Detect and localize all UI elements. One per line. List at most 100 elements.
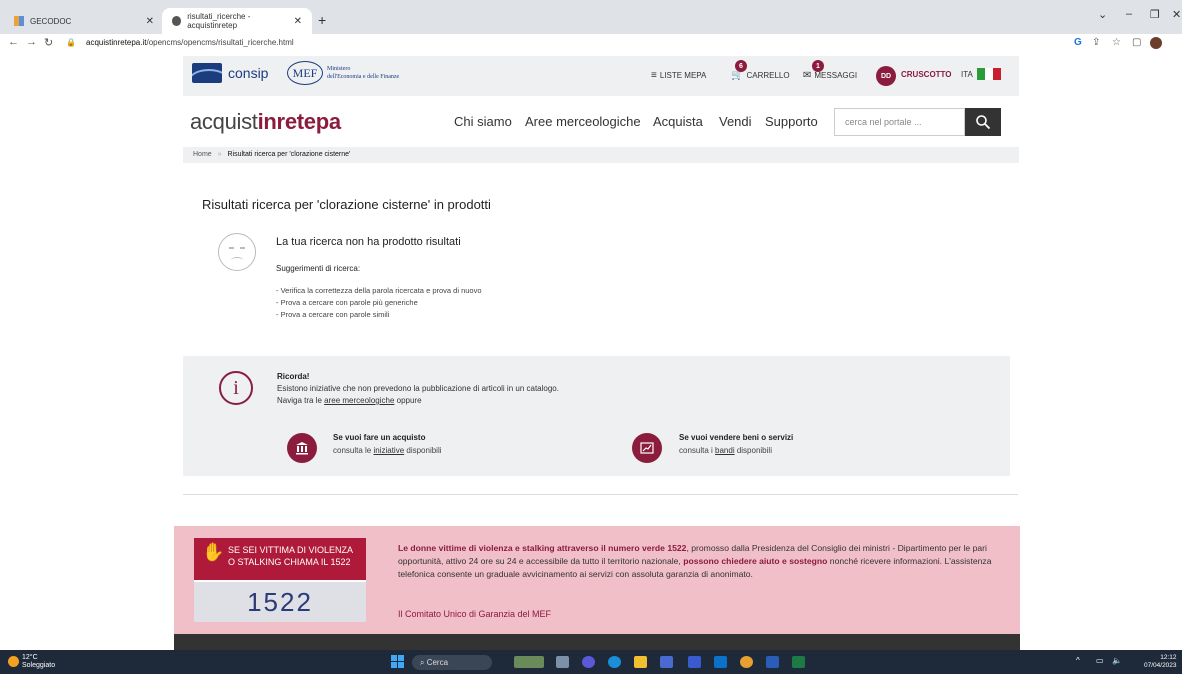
volume-icon[interactable]: 🔈 <box>1112 656 1122 665</box>
helpline-1522-image[interactable]: SE SEI VITTIMA DI VIOLENZA O STALKING CH… <box>194 538 366 622</box>
tray-chevron-icon[interactable]: ^ <box>1076 656 1080 665</box>
tab-title: GECODOC <box>30 16 72 26</box>
minimize-icon[interactable]: – <box>1126 8 1132 20</box>
close-tab-icon[interactable]: ✕ <box>146 16 154 27</box>
clock[interactable]: 12:12 07/04/2023 <box>1144 654 1177 670</box>
mef-logo[interactable]: MEF Ministero dell'Economia e delle Fina… <box>287 61 399 85</box>
sad-face-icon <box>218 233 256 271</box>
chat-icon[interactable] <box>582 656 595 668</box>
weather-widget[interactable]: 12°C Soleggiato <box>22 654 55 670</box>
sun-icon <box>8 656 19 667</box>
widget-app-icon[interactable] <box>514 656 544 668</box>
buy-subtitle: consulta le iniziative disponibili <box>333 446 442 455</box>
nav-chi-siamo[interactable]: Chi siamo <box>454 114 512 129</box>
url-path: /opencms/opencms/risultati_ricerche.html <box>146 38 294 47</box>
carrello-label: CARRELLO <box>746 71 790 80</box>
messaggi-link[interactable]: ✉ MESSAGGI <box>803 70 857 81</box>
consip-logo[interactable]: consip <box>192 63 268 83</box>
new-tab-icon[interactable]: + <box>318 12 326 28</box>
app-icon[interactable] <box>688 656 701 668</box>
suggestion-item: - Verifica la correttezza della parola r… <box>276 286 482 295</box>
sell-pre: consulta i <box>679 446 716 455</box>
sidepanel-icon[interactable]: ▢ <box>1132 37 1141 48</box>
breadcrumb-separator: » <box>217 151 222 158</box>
taskbar-search[interactable]: ⌕ Cerca <box>412 655 492 670</box>
network-icon[interactable]: ▭ <box>1096 656 1104 665</box>
user-avatar[interactable]: DD <box>876 66 896 86</box>
aree-merceologiche-link[interactable]: aree merceologiche <box>324 396 394 405</box>
clock-time: 12:12 <box>1160 654 1177 661</box>
edge-icon[interactable] <box>608 656 621 668</box>
acquistinretepa-logo[interactable]: acquistinretepa <box>190 109 341 135</box>
cug-mef-link[interactable]: Il Comitato Unico di Garanzia del MEF <box>398 609 551 619</box>
url-field[interactable]: acquistinretepa.it/opencms/opencms/risul… <box>86 38 294 47</box>
helpline-line1: SE SEI VITTIMA DI VIOLENZA <box>228 545 354 555</box>
url-host: acquistinretepa.it <box>86 38 147 47</box>
brand-part-a: acquist <box>190 109 258 134</box>
search-button[interactable] <box>965 108 1001 136</box>
messages-count-badge: 1 <box>812 60 824 72</box>
italian-flag-icon[interactable] <box>977 68 1001 80</box>
nav-vendi[interactable]: Vendi <box>719 114 752 129</box>
bandi-link[interactable]: bandi <box>715 446 735 455</box>
nav-supporto[interactable]: Supporto <box>765 114 818 129</box>
suggestion-item: - Prova a cercare con parole più generic… <box>276 298 418 307</box>
file-explorer-icon[interactable] <box>634 656 647 668</box>
ricorda-line2: Naviga tra le aree merceologiche oppure <box>277 395 559 407</box>
tab-title: risultati_ricerche - acquistinretep <box>187 12 251 30</box>
search-input[interactable]: cerca nel portale ... <box>834 108 965 136</box>
banner-text-bold2: possono chiedere aiuto e sostegno <box>683 556 828 566</box>
breadcrumb-current: Risultati ricerca per 'clorazione cister… <box>227 151 351 158</box>
language-selector[interactable]: ITA <box>961 70 973 79</box>
bookmark-star-icon[interactable]: ☆ <box>1112 37 1121 48</box>
google-icon[interactable]: G <box>1074 37 1082 48</box>
ricorda-title: Ricorda! <box>277 372 310 381</box>
taskbar-search-icon: ⌕ <box>420 658 427 667</box>
helpline-number: 1522 <box>194 582 366 622</box>
store-icon[interactable] <box>660 656 673 668</box>
close-tab-icon[interactable]: ✕ <box>294 16 302 27</box>
buy-pre: consulta le <box>333 446 374 455</box>
windows-start-icon[interactable] <box>391 655 404 668</box>
ricorda-line2-pre: Naviga tra le <box>277 396 325 405</box>
taskbar-search-label: Cerca <box>426 658 449 667</box>
info-icon: i <box>219 371 253 405</box>
lock-icon[interactable]: 🔒 <box>66 38 76 47</box>
liste-mepa-label: LISTE MEPA <box>659 71 707 80</box>
messaggi-label: MESSAGGI <box>814 71 858 80</box>
iniziative-link[interactable]: iniziative <box>373 446 404 455</box>
close-window-icon[interactable]: ✕ <box>1172 8 1181 21</box>
consip-logo-mark-icon <box>192 63 222 83</box>
envelope-icon: ✉ <box>803 70 812 81</box>
hand-icon: ✋ <box>202 542 225 562</box>
outlook-icon[interactable] <box>714 656 727 668</box>
liste-mepa-link[interactable]: ≡ LISTE MEPA <box>651 70 706 81</box>
tab-risultati[interactable]: risultati_ricerche - acquistinretep ✕ <box>162 8 312 34</box>
word-icon[interactable] <box>766 656 779 668</box>
share-icon[interactable]: ⇪ <box>1092 37 1100 48</box>
profile-avatar[interactable] <box>1150 37 1162 49</box>
tab-gecodoc[interactable]: GECODOC ✕ <box>4 8 164 34</box>
nav-aree-merceologiche[interactable]: Aree merceologiche <box>525 114 641 129</box>
nav-acquista[interactable]: Acquista <box>653 114 703 129</box>
back-icon[interactable]: ← <box>8 36 19 48</box>
globe-favicon-icon <box>172 16 182 26</box>
search-icon <box>976 115 991 130</box>
sell-title: Se vuoi vendere beni o servizi <box>679 433 794 442</box>
reload-icon[interactable]: ↻ <box>44 36 53 49</box>
task-view-icon[interactable] <box>556 656 569 668</box>
restore-icon[interactable]: ❐ <box>1150 8 1160 21</box>
breadcrumb-home[interactable]: Home <box>193 151 212 158</box>
cruscotto-link[interactable]: CRUSCOTTO <box>901 70 952 79</box>
buy-post: disponibili <box>404 446 442 455</box>
ricorda-line2-post: oppure <box>394 396 422 405</box>
excel-icon[interactable] <box>792 656 805 668</box>
chrome-icon[interactable] <box>740 656 753 668</box>
tab-search-chevron-icon[interactable]: ⌄ <box>1098 8 1107 21</box>
brand-part-c: pa <box>315 109 341 134</box>
gecodoc-favicon-icon <box>14 16 24 26</box>
list-icon: ≡ <box>651 70 657 81</box>
chart-growth-icon[interactable] <box>632 433 662 463</box>
forward-icon[interactable]: → <box>26 36 37 48</box>
bank-icon[interactable] <box>287 433 317 463</box>
